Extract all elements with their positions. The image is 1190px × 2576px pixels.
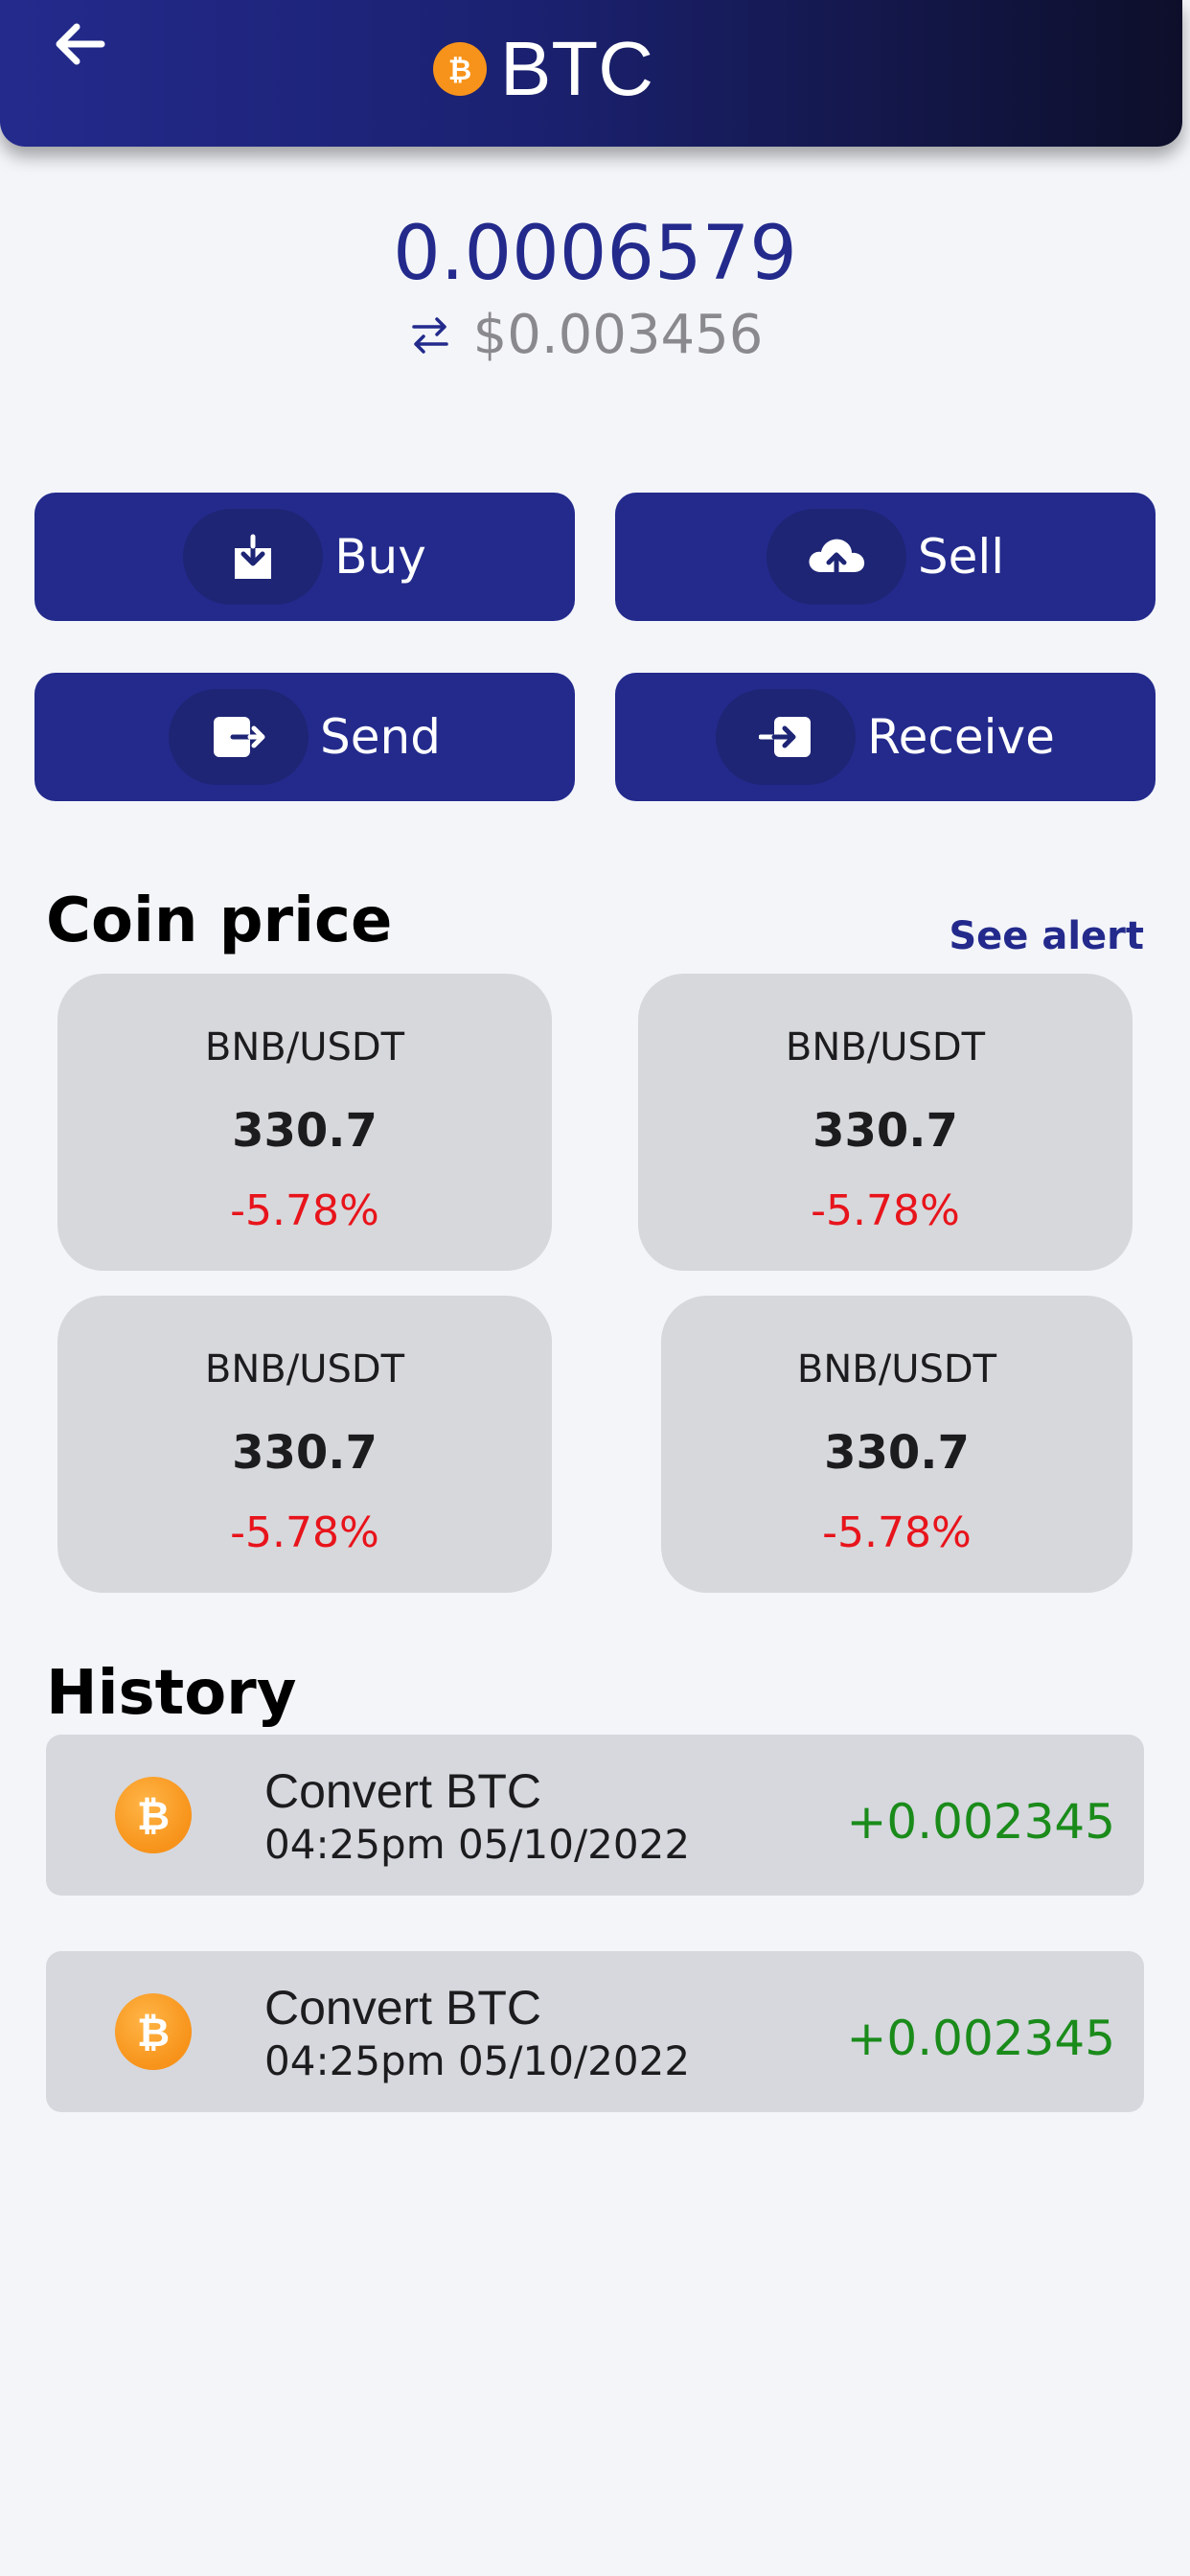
history-item-date: 04:25pm 05/10/2022 bbox=[264, 1821, 691, 1868]
price-card-price: 330.7 bbox=[232, 1104, 378, 1158]
back-arrow-icon[interactable] bbox=[52, 17, 109, 75]
price-card-pair: BNB/USDT bbox=[204, 1347, 405, 1392]
price-card[interactable]: BNB/USDT 330.7 -5.78% bbox=[57, 1296, 552, 1593]
send-button[interactable]: Send bbox=[34, 673, 575, 801]
download-box-icon bbox=[235, 534, 272, 579]
bitcoin-icon: ₿ bbox=[433, 42, 487, 96]
history-item[interactable]: ₿ Convert BTC 04:25pm 05/10/2022 +0.0023… bbox=[46, 1735, 1144, 1896]
page-title: BTC bbox=[500, 26, 653, 111]
history-item-date: 04:25pm 05/10/2022 bbox=[264, 2037, 691, 2084]
receive-label: Receive bbox=[867, 709, 1055, 765]
sell-button[interactable]: Sell bbox=[615, 493, 1156, 621]
bitcoin-icon: ₿ bbox=[115, 1993, 192, 2070]
receive-login-icon bbox=[759, 717, 812, 757]
price-card-pair: BNB/USDT bbox=[796, 1347, 997, 1392]
history-item-amount: +0.002345 bbox=[846, 1794, 1115, 1850]
price-card-pair: BNB/USDT bbox=[204, 1025, 405, 1070]
history-item[interactable]: ₿ Convert BTC 04:25pm 05/10/2022 +0.0023… bbox=[46, 1951, 1144, 2112]
buy-button[interactable]: Buy bbox=[34, 493, 575, 621]
coin-balance: 0.0006579 bbox=[393, 211, 797, 297]
history-item-title: Convert BTC bbox=[264, 1981, 541, 2035]
buy-label: Buy bbox=[334, 529, 426, 585]
swap-arrows-icon[interactable] bbox=[408, 313, 452, 357]
fiat-value: $0.003456 bbox=[472, 304, 764, 366]
price-card[interactable]: BNB/USDT 330.7 -5.78% bbox=[661, 1296, 1133, 1593]
svg-text:₿: ₿ bbox=[448, 54, 471, 86]
price-card[interactable]: BNB/USDT 330.7 -5.78% bbox=[638, 974, 1133, 1271]
history-item-amount: +0.002345 bbox=[846, 2011, 1115, 2066]
history-heading: History bbox=[46, 1658, 297, 1729]
price-card-price: 330.7 bbox=[232, 1426, 378, 1480]
price-card-change: -5.78% bbox=[822, 1508, 972, 1557]
receive-button[interactable]: Receive bbox=[615, 673, 1156, 801]
bitcoin-icon: ₿ bbox=[115, 1777, 192, 1853]
price-card-price: 330.7 bbox=[812, 1104, 958, 1158]
fiat-balance-row: $0.003456 bbox=[0, 302, 1190, 369]
history-item-title: Convert BTC bbox=[264, 1764, 541, 1818]
price-card-pair: BNB/USDT bbox=[785, 1025, 986, 1070]
header-title-group: ₿ BTC bbox=[433, 21, 653, 117]
see-alert-link[interactable]: See alert bbox=[949, 914, 1144, 958]
price-card-change: -5.78% bbox=[230, 1508, 379, 1557]
coin-price-heading: Coin price bbox=[46, 886, 393, 956]
price-card-price: 330.7 bbox=[824, 1426, 970, 1480]
cloud-upload-icon bbox=[809, 539, 864, 579]
price-card-change: -5.78% bbox=[811, 1186, 960, 1235]
svg-text:₿: ₿ bbox=[137, 1792, 170, 1839]
app-header: ₿ BTC bbox=[0, 0, 1182, 147]
price-card-change: -5.78% bbox=[230, 1186, 379, 1235]
svg-text:₿: ₿ bbox=[137, 2009, 170, 2056]
send-label: Send bbox=[320, 709, 441, 765]
sell-label: Sell bbox=[917, 529, 1005, 585]
send-exit-icon bbox=[214, 717, 265, 757]
price-card[interactable]: BNB/USDT 330.7 -5.78% bbox=[57, 974, 552, 1271]
